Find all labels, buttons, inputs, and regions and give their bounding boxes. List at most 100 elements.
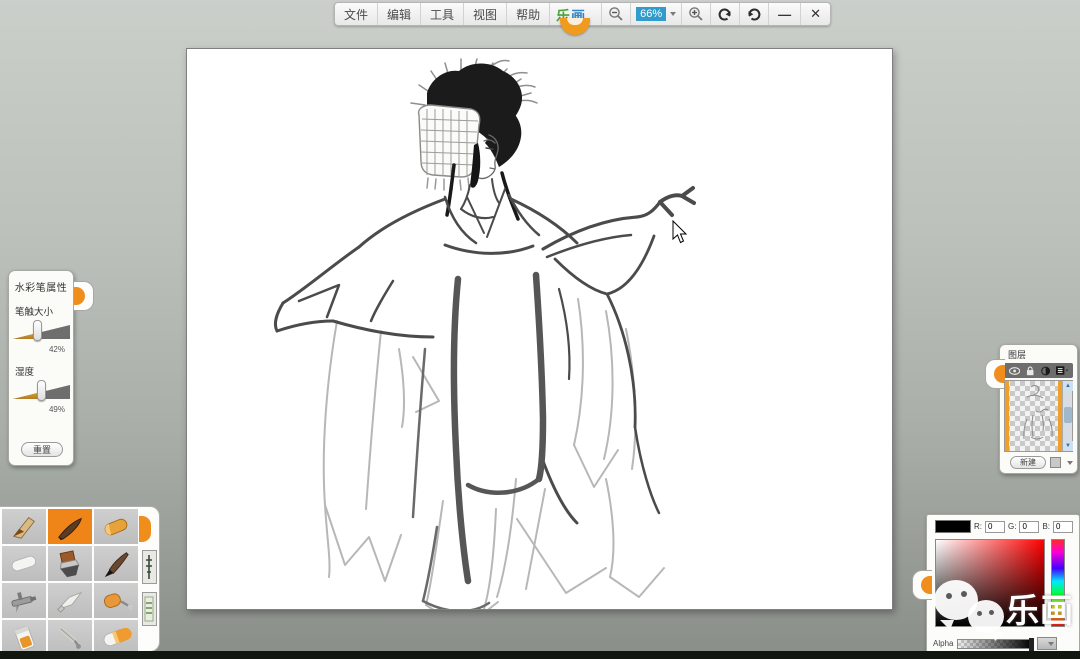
layer-opacity-icon[interactable] [1041, 366, 1050, 376]
tool-palette-knife[interactable] [48, 583, 92, 618]
tool-chinese-brush[interactable] [48, 509, 92, 544]
tool-etching-pen[interactable] [48, 620, 92, 652]
quill-pen-icon [4, 512, 44, 542]
brush-panel-collapse-tab[interactable] [74, 281, 94, 311]
tool-ink-jar[interactable] [2, 620, 46, 652]
magnifier-plus-icon [688, 6, 704, 22]
wetness-slider[interactable] [13, 382, 70, 399]
texture-paper-button[interactable] [142, 592, 157, 626]
alpha-slider-knob[interactable] [1029, 638, 1034, 651]
undo-button[interactable] [711, 3, 740, 25]
redo-button[interactable] [740, 3, 769, 25]
seal-stamp-button[interactable] [142, 550, 157, 584]
paint-roller-icon [96, 586, 136, 616]
palette-knife-icon [50, 586, 90, 616]
menu-file[interactable]: 文件 [335, 3, 378, 25]
green-input[interactable] [1019, 521, 1039, 533]
tool-paint-roller[interactable] [94, 583, 138, 618]
layers-panel: 图层 [999, 344, 1078, 474]
wetness-value: 49% [9, 405, 65, 414]
zoom-in-button[interactable] [682, 3, 711, 25]
color-panel-grip-icon [921, 576, 932, 594]
layer-thumbnail-sketch [1009, 381, 1065, 451]
menu-view[interactable]: 视图 [464, 3, 507, 25]
tool-ink-brush[interactable] [94, 546, 138, 581]
alpha-label: Alpha [933, 639, 953, 648]
minimize-button[interactable]: — [769, 3, 801, 25]
brush-size-value: 42% [9, 345, 65, 354]
wetness-slider-handle[interactable] [37, 380, 46, 401]
tool-flat-brush[interactable] [48, 546, 92, 581]
undo-arrow-icon [717, 6, 733, 22]
magnifier-minus-icon [608, 6, 624, 22]
scrollbar-thumb[interactable] [1064, 407, 1072, 423]
brush-panel-title: 水彩笔属性 [9, 271, 73, 294]
blue-input[interactable] [1053, 521, 1073, 533]
tool-crayon[interactable] [94, 509, 138, 544]
texture-paper-icon [144, 595, 154, 623]
layers-panel-collapse-tab[interactable] [985, 359, 1005, 389]
main-toolbar: 文件 编辑 工具 视图 帮助 乐画 66% [334, 2, 831, 26]
layer-visibility-icon[interactable] [1009, 367, 1020, 375]
color-mode-caret [1048, 642, 1054, 646]
saturation-value-picker[interactable] [935, 539, 1045, 627]
alpha-slider[interactable] [957, 639, 1033, 649]
redo-arrow-icon [746, 6, 762, 22]
drawing-canvas[interactable] [186, 48, 893, 610]
flat-brush-icon [50, 549, 90, 579]
tool-eraser[interactable] [94, 620, 138, 652]
new-layer-button[interactable]: 新建 [1010, 456, 1046, 469]
tool-palette [0, 506, 160, 652]
layer-lock-icon[interactable] [1026, 366, 1034, 376]
tool-quill-pen[interactable] [2, 509, 46, 544]
etching-pen-icon [50, 623, 90, 653]
layers-panel-title: 图层 [1000, 345, 1077, 363]
brush-size-slider[interactable] [13, 322, 70, 339]
app-logo: 乐画 [550, 3, 602, 25]
layer-options-button[interactable] [1050, 457, 1061, 468]
bottom-edge-bar [0, 651, 1080, 659]
crayon-icon [96, 512, 136, 542]
zoom-out-button[interactable] [602, 3, 631, 25]
tool-chalk[interactable] [2, 546, 46, 581]
brush-properties-panel: 水彩笔属性 笔触大小 42% 湿度 49% 重置 [8, 270, 74, 466]
layers-toolbar [1004, 363, 1073, 378]
red-input[interactable] [985, 521, 1005, 533]
tool-airbrush[interactable] [2, 583, 46, 618]
seal-stamp-icon [144, 553, 154, 581]
wetness-label: 湿度 [15, 364, 73, 378]
layers-scrollbar[interactable]: ▲ ▼ [1062, 381, 1072, 451]
layer-thumbnail[interactable] [1005, 381, 1062, 451]
color-panel: R: G: B: Alpha [926, 514, 1080, 658]
menu-tools[interactable]: 工具 [421, 3, 464, 25]
reset-button[interactable]: 重置 [21, 442, 63, 457]
tool-palette-grip-icon [139, 516, 151, 542]
canvas-drawing [187, 49, 892, 609]
hue-strip[interactable] [1051, 539, 1065, 627]
cursor-arrow-icon [673, 221, 686, 243]
layer-menu-icon[interactable] [1056, 366, 1068, 375]
menu-edit[interactable]: 编辑 [378, 3, 421, 25]
close-button[interactable]: ✕ [801, 3, 830, 25]
chalk-icon [4, 549, 44, 579]
green-label: G: [1008, 522, 1016, 531]
airbrush-icon [4, 586, 44, 616]
zoom-level-field[interactable]: 66% [636, 7, 666, 21]
tool-palette-collapse-tab[interactable] [139, 506, 160, 652]
brush-panel-grip-icon [74, 287, 85, 305]
scroll-down-icon[interactable]: ▼ [1063, 441, 1073, 451]
blue-label: B: [1042, 522, 1050, 531]
current-color-swatch [935, 520, 971, 533]
layer-options-caret[interactable] [1067, 461, 1073, 465]
zoom-dropdown-caret[interactable] [670, 12, 676, 16]
ink-jar-icon [4, 623, 44, 653]
ink-brush-icon [96, 549, 136, 579]
chinese-brush-icon [50, 512, 90, 542]
zoom-control: 66% [631, 3, 682, 25]
menu-help[interactable]: 帮助 [507, 3, 550, 25]
color-mode-dropdown[interactable] [1037, 637, 1057, 650]
brush-size-slider-handle[interactable] [33, 320, 42, 341]
scroll-up-icon[interactable]: ▲ [1063, 381, 1073, 391]
brush-size-label: 笔触大小 [15, 304, 73, 318]
color-panel-collapse-tab[interactable] [912, 570, 932, 600]
